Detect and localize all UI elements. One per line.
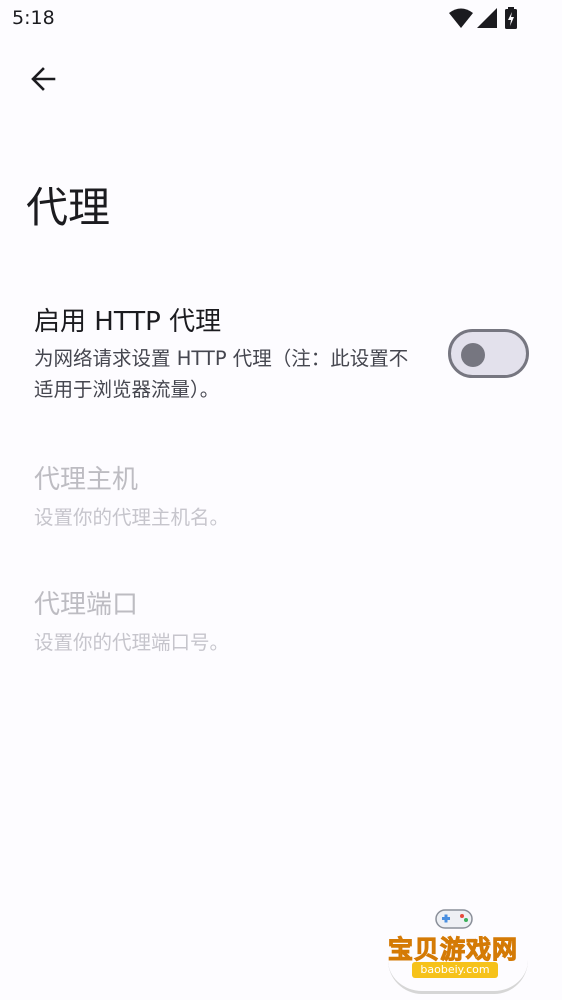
- screen: 5:18 代理 启用 HTTP 代理 为网络请求设置 HTTP 代理（注：此设置…: [0, 0, 562, 1000]
- pref-proxy-port: 代理端口 设置你的代理端口号。: [0, 583, 562, 673]
- pref-enable-http-proxy[interactable]: 启用 HTTP 代理 为网络请求设置 HTTP 代理（注：此设置不适用于浏览器流…: [0, 300, 562, 420]
- wifi-icon: [448, 6, 474, 30]
- watermark-text: 宝贝游戏网: [387, 935, 519, 965]
- pref-title: 代理主机: [34, 465, 139, 495]
- gamepad-icon: [432, 906, 476, 932]
- switch-thumb: [461, 342, 485, 367]
- status-bar: 5:18: [0, 0, 562, 40]
- status-time: 5:18: [12, 7, 55, 29]
- pref-proxy-host: 代理主机 设置你的代理主机名。: [0, 458, 562, 548]
- pref-summary: 为网络请求设置 HTTP 代理（注：此设置不适用于浏览器流量）。: [34, 347, 409, 401]
- pref-summary: 设置你的代理端口号。: [34, 631, 230, 654]
- page-title: 代理: [26, 183, 111, 232]
- pref-summary: 设置你的代理主机名。: [34, 506, 230, 529]
- back-button[interactable]: [20, 58, 66, 104]
- pref-title: 代理端口: [34, 590, 139, 620]
- pref-title: 启用 HTTP 代理: [34, 307, 222, 337]
- http-proxy-switch[interactable]: [448, 329, 529, 378]
- arrow-back-icon: [29, 65, 57, 97]
- signal-icon: [476, 6, 498, 30]
- watermark: 宝贝游戏网 baobeiy.com: [382, 902, 532, 996]
- status-icons: [448, 6, 524, 30]
- watermark-url: baobeiy.com: [412, 962, 498, 978]
- battery-charging-icon: [503, 6, 519, 30]
